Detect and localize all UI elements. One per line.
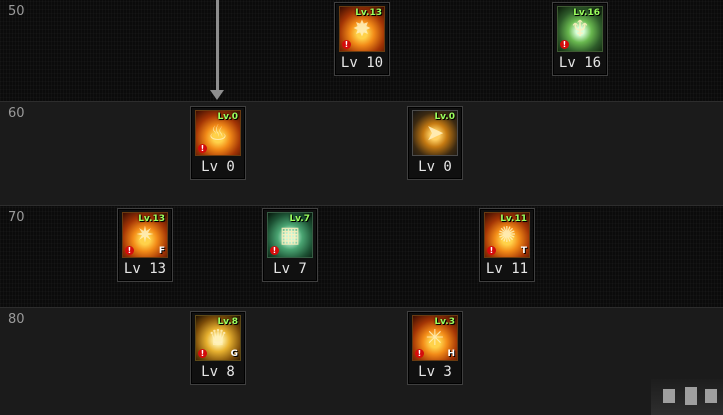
alert-icon: ! [270, 246, 279, 255]
level-label: 70 [8, 210, 25, 225]
skill-badge: Lv.11 [500, 214, 527, 224]
skill-level: Lv 7 [273, 261, 307, 277]
fire-burst-icon: ✸ Lv.13 ! [339, 6, 385, 52]
level-label: 60 [8, 106, 25, 121]
skill-badge: Lv.0 [217, 112, 238, 122]
skill-slot[interactable]: ✸ Lv.13 ! Lv 10 [334, 2, 390, 76]
skill-badge: Lv.8 [217, 317, 238, 327]
fire-orb-icon: ✺ Lv.11 ! T [484, 212, 530, 258]
alert-icon: ! [487, 246, 496, 255]
level-band-80: 80 [0, 308, 723, 415]
hotkey-label: T [520, 246, 527, 256]
alert-icon: ! [560, 40, 569, 49]
skill-slot[interactable]: ♆ Lv.16 ! Lv 16 [552, 2, 608, 76]
skill-level: Lv 0 [418, 159, 452, 175]
hotkey-label: G [230, 349, 238, 359]
hotkey-label: F [158, 246, 165, 256]
jade-tablet-icon: ▦ Lv.7 ! [267, 212, 313, 258]
arrow-down-icon [210, 90, 224, 100]
skill-level: Lv 3 [418, 364, 452, 380]
fire-star-icon: ✳ Lv.3 ! H [412, 315, 458, 361]
skill-level: Lv 16 [558, 55, 602, 71]
alert-icon: ! [198, 349, 207, 358]
skill-slot[interactable]: ▦ Lv.7 ! Lv 7 [262, 208, 318, 282]
level-label: 80 [8, 312, 25, 327]
skill-level: Lv 8 [201, 364, 235, 380]
skill-level: Lv 10 [340, 55, 384, 71]
skill-badge: Lv.16 [573, 8, 600, 18]
skill-badge: Lv.3 [434, 317, 455, 327]
fire-spikes-icon: ♛ Lv.8 ! G [195, 315, 241, 361]
alert-icon: ! [415, 349, 424, 358]
skill-badge: Lv.13 [138, 214, 165, 224]
prerequisite-line [216, 0, 219, 92]
skill-badge: Lv.7 [289, 214, 310, 224]
golden-dash-icon: ➤ Lv.0 [412, 110, 458, 156]
skill-slot[interactable]: ✺ Lv.11 ! T Lv 11 [479, 208, 535, 282]
skill-badge: Lv.0 [434, 112, 455, 122]
fire-strike-icon: ✷ Lv.13 ! F [122, 212, 168, 258]
alert-icon: ! [198, 144, 207, 153]
skill-slot[interactable]: ✳ Lv.3 ! H Lv 3 [407, 311, 463, 385]
hotkey-label: H [447, 349, 455, 359]
level-label: 50 [8, 4, 25, 19]
alert-icon: ! [125, 246, 134, 255]
skill-level: Lv 11 [485, 261, 529, 277]
alert-icon: ! [342, 40, 351, 49]
panel-corner-decoration [651, 379, 723, 415]
skill-slot[interactable]: ♛ Lv.8 ! G Lv 8 [190, 311, 246, 385]
flame-pillar-icon: ♨ Lv.0 ! [195, 110, 241, 156]
level-band-70: 70 [0, 206, 723, 308]
skill-level: Lv 13 [123, 261, 167, 277]
skill-slot[interactable]: ➤ Lv.0 Lv 0 [407, 106, 463, 180]
skill-slot[interactable]: ♨ Lv.0 ! Lv 0 [190, 106, 246, 180]
level-band-60: 60 [0, 102, 723, 206]
green-claw-icon: ♆ Lv.16 ! [557, 6, 603, 52]
skill-level: Lv 0 [201, 159, 235, 175]
skill-badge: Lv.13 [355, 8, 382, 18]
skill-slot[interactable]: ✷ Lv.13 ! F Lv 13 [117, 208, 173, 282]
